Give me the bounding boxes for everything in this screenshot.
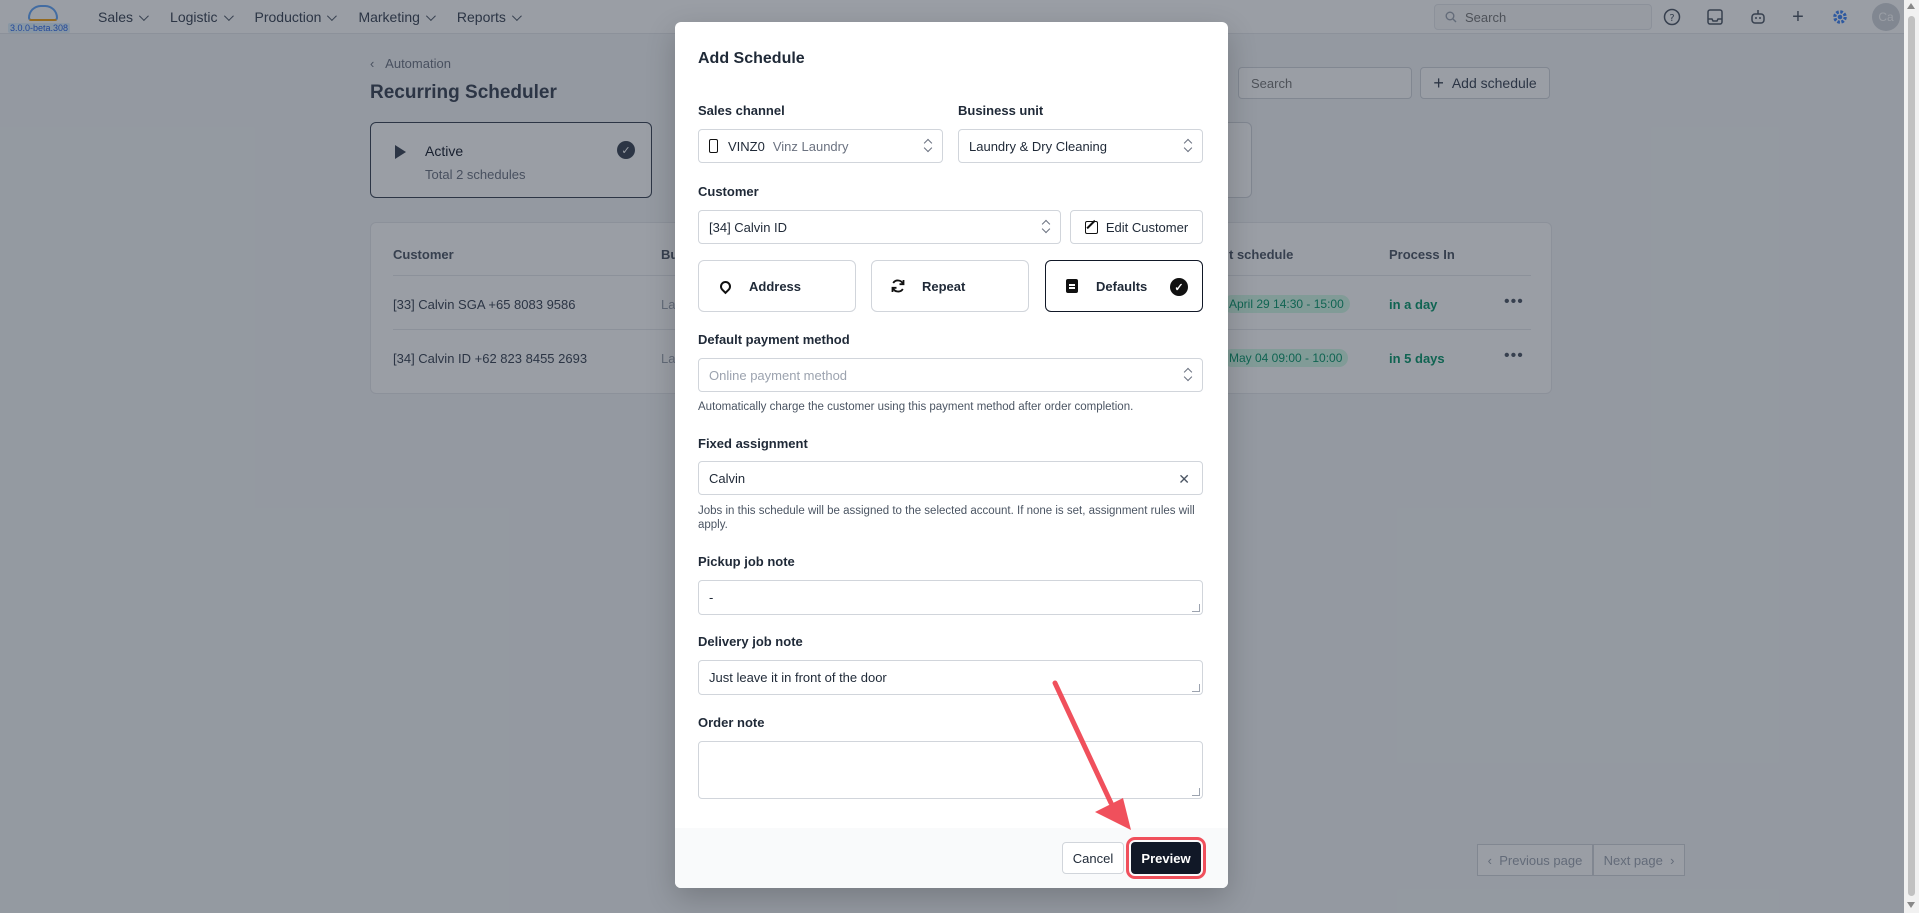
phone-icon bbox=[709, 139, 718, 153]
customer-value: [34] Calvin ID bbox=[709, 219, 788, 235]
customer-label: Customer bbox=[698, 184, 759, 199]
preview-button[interactable]: Preview bbox=[1126, 837, 1206, 879]
fixed-assignment-label: Fixed assignment bbox=[698, 436, 808, 451]
select-arrows-icon bbox=[924, 139, 932, 153]
tab-address-label: Address bbox=[749, 278, 802, 294]
business-unit-label: Business unit bbox=[958, 103, 1044, 118]
payment-method-placeholder: Online payment method bbox=[709, 367, 848, 383]
check-icon: ✓ bbox=[1170, 278, 1188, 296]
edit-customer-button[interactable]: Edit Customer bbox=[1070, 210, 1203, 244]
modal-title: Add Schedule bbox=[698, 50, 805, 67]
business-unit-value: Laundry & Dry Cleaning bbox=[969, 138, 1108, 154]
pickup-note-label: Pickup job note bbox=[698, 554, 795, 569]
scroll-down-icon[interactable] bbox=[1907, 902, 1915, 908]
clipboard-icon bbox=[1064, 278, 1080, 294]
resize-handle[interactable] bbox=[1192, 684, 1200, 692]
resize-handle[interactable] bbox=[1192, 788, 1200, 796]
customer-select[interactable]: [34] Calvin ID bbox=[698, 210, 1061, 244]
sales-channel-code: VINZ0 bbox=[728, 138, 765, 154]
tab-defaults-label: Defaults bbox=[1096, 278, 1148, 294]
tab-repeat[interactable]: Repeat bbox=[871, 260, 1029, 312]
close-icon[interactable]: ✕ bbox=[1178, 471, 1190, 488]
payment-method-select[interactable]: Online payment method bbox=[698, 358, 1203, 392]
fixed-assignment-select[interactable]: Calvin ✕ bbox=[698, 461, 1203, 495]
refresh-icon bbox=[890, 278, 906, 294]
payment-method-label: Default payment method bbox=[698, 332, 850, 347]
payment-method-help: Automatically charge the customer using … bbox=[698, 401, 1134, 413]
sales-channel-label: Sales channel bbox=[698, 103, 785, 118]
select-arrows-icon bbox=[1042, 220, 1050, 234]
delivery-note-label: Delivery job note bbox=[698, 634, 803, 649]
fixed-assignment-value: Calvin bbox=[709, 470, 746, 486]
delivery-note-textarea[interactable]: Just leave it in front of the door bbox=[698, 660, 1203, 695]
business-unit-select[interactable]: Laundry & Dry Cleaning bbox=[958, 129, 1203, 163]
tab-repeat-label: Repeat bbox=[922, 278, 966, 294]
map-pin-icon bbox=[717, 278, 733, 294]
select-arrows-icon bbox=[1184, 139, 1192, 153]
page-scrollbar[interactable] bbox=[1904, 0, 1919, 913]
scrollbar-thumb[interactable] bbox=[1908, 16, 1915, 896]
fixed-assignment-help: Jobs in this schedule will be assigned t… bbox=[698, 505, 1195, 531]
pickup-note-textarea[interactable]: - bbox=[698, 580, 1203, 615]
select-arrows-icon bbox=[1184, 368, 1192, 382]
delivery-note-value: Just leave it in front of the door bbox=[709, 670, 887, 685]
pickup-note-value: - bbox=[709, 590, 714, 605]
add-schedule-modal: Add Schedule Sales channel VINZ0 Vinz La… bbox=[675, 22, 1228, 888]
sales-channel-select[interactable]: VINZ0 Vinz Laundry bbox=[698, 129, 943, 163]
resize-handle[interactable] bbox=[1192, 604, 1200, 612]
order-note-label: Order note bbox=[698, 715, 765, 730]
edit-customer-label: Edit Customer bbox=[1105, 219, 1189, 235]
tab-address[interactable]: Address bbox=[698, 260, 856, 312]
scroll-up-icon[interactable] bbox=[1907, 3, 1915, 9]
tab-defaults[interactable]: Defaults ✓ bbox=[1045, 260, 1203, 312]
order-note-textarea[interactable] bbox=[698, 741, 1203, 799]
sales-channel-name: Vinz Laundry bbox=[772, 138, 849, 154]
edit-icon bbox=[1084, 220, 1098, 234]
cancel-button[interactable]: Cancel bbox=[1062, 842, 1124, 874]
